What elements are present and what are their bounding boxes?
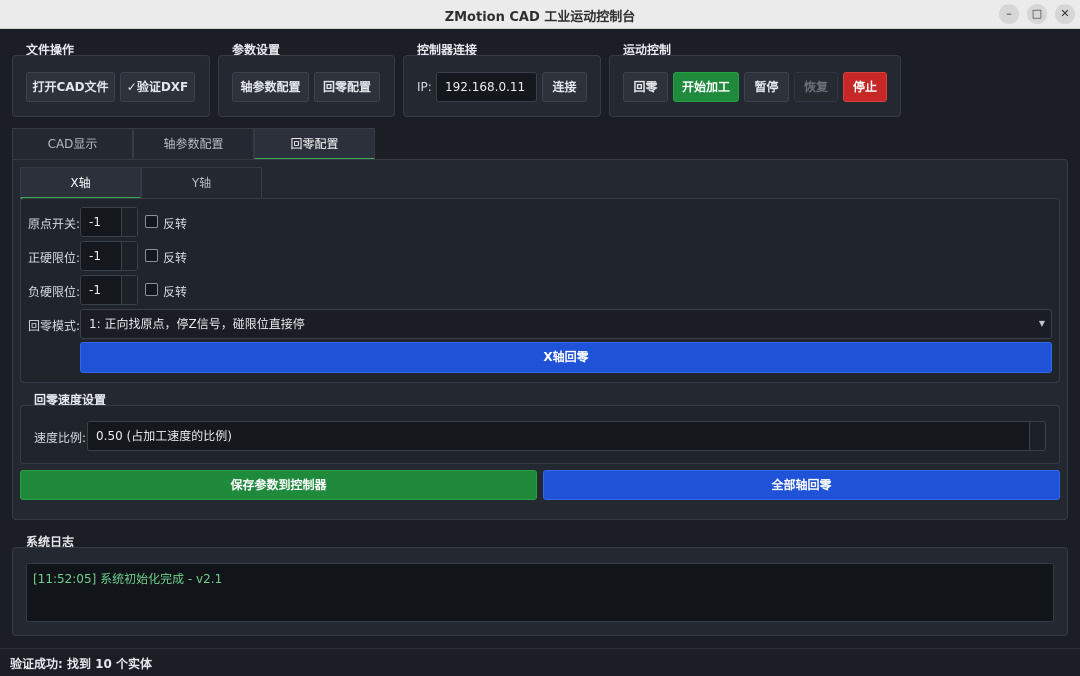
home-button[interactable]: 回零 bbox=[623, 72, 668, 102]
ip-label: IP: bbox=[417, 80, 432, 94]
chevron-down-icon[interactable]: ▼ bbox=[1039, 310, 1045, 338]
home-mode-select[interactable]: 1: 正向找原点，停Z信号，碰限位直接停 ▼ bbox=[80, 309, 1052, 339]
pos-limit-invert-checkbox[interactable] bbox=[145, 249, 158, 262]
speed-ratio-spinbox[interactable]: 0.50 (占加工速度的比例) bbox=[87, 421, 1046, 451]
status-text: 验证成功: 找到 10 个实体 bbox=[10, 657, 153, 671]
home-config-button[interactable]: 回零配置 bbox=[314, 72, 380, 102]
origin-switch-value: -1 bbox=[89, 215, 101, 229]
origin-switch-label: 原点开关: bbox=[28, 217, 81, 231]
tab-cad-display[interactable]: CAD显示 bbox=[12, 128, 133, 160]
tab-home-config[interactable]: 回零配置 bbox=[254, 128, 375, 160]
spin-arrows-icon[interactable] bbox=[121, 276, 137, 304]
origin-switch-spinbox[interactable]: -1 bbox=[80, 207, 138, 237]
neg-limit-spinbox[interactable]: -1 bbox=[80, 275, 138, 305]
origin-invert-label: 反转 bbox=[163, 217, 188, 231]
maximize-icon[interactable]: □ bbox=[1027, 4, 1047, 24]
home-all-axes-button[interactable]: 全部轴回零 bbox=[543, 470, 1060, 500]
spin-arrows-icon[interactable] bbox=[121, 208, 137, 236]
open-cad-button[interactable]: 打开CAD文件 bbox=[26, 72, 115, 102]
neg-limit-invert-checkbox[interactable] bbox=[145, 283, 158, 296]
pos-limit-spinbox[interactable]: -1 bbox=[80, 241, 138, 271]
window-title: ZMotion CAD 工业运动控制台 bbox=[444, 10, 636, 25]
axis-config-button[interactable]: 轴参数配置 bbox=[232, 72, 309, 102]
tab-x-axis[interactable]: X轴 bbox=[20, 167, 141, 199]
tab-axis-config[interactable]: 轴参数配置 bbox=[133, 128, 254, 160]
speed-ratio-label: 速度比例: bbox=[34, 431, 87, 445]
neg-limit-value: -1 bbox=[89, 283, 101, 297]
stop-button[interactable]: 停止 bbox=[843, 72, 887, 102]
start-button[interactable]: 开始加工 bbox=[673, 72, 739, 102]
title-bar: ZMotion CAD 工业运动控制台 – □ ✕ bbox=[0, 0, 1080, 29]
neg-limit-label: 负硬限位: bbox=[28, 285, 81, 299]
resume-button[interactable]: 恢复 bbox=[794, 72, 838, 102]
ip-input[interactable]: 192.168.0.11 bbox=[436, 72, 537, 102]
home-mode-value: 1: 正向找原点，停Z信号，碰限位直接停 bbox=[89, 317, 305, 331]
pos-limit-value: -1 bbox=[89, 249, 101, 263]
home-mode-label: 回零模式: bbox=[28, 319, 81, 333]
tab-y-axis[interactable]: Y轴 bbox=[141, 167, 262, 199]
status-bar: 验证成功: 找到 10 个实体 bbox=[0, 648, 1080, 676]
pos-limit-invert-label: 反转 bbox=[163, 251, 188, 265]
pos-limit-label: 正硬限位: bbox=[28, 251, 81, 265]
pause-button[interactable]: 暂停 bbox=[744, 72, 789, 102]
neg-limit-invert-label: 反转 bbox=[163, 285, 188, 299]
connect-button[interactable]: 连接 bbox=[542, 72, 587, 102]
spin-arrows-icon[interactable] bbox=[121, 242, 137, 270]
minimize-icon[interactable]: – bbox=[999, 4, 1019, 24]
verify-dxf-button[interactable]: ✓验证DXF bbox=[120, 72, 195, 102]
close-icon[interactable]: ✕ bbox=[1055, 4, 1075, 24]
origin-invert-checkbox[interactable] bbox=[145, 215, 158, 228]
speed-ratio-value: 0.50 (占加工速度的比例) bbox=[96, 429, 232, 443]
log-line: [11:52:05] 系统初始化完成 - v2.1 bbox=[33, 572, 223, 586]
save-params-button[interactable]: 保存参数到控制器 bbox=[20, 470, 537, 500]
x-axis-home-button[interactable]: X轴回零 bbox=[80, 342, 1052, 373]
log-view[interactable]: [11:52:05] 系统初始化完成 - v2.1 bbox=[26, 563, 1054, 622]
spin-arrows-icon[interactable] bbox=[1029, 422, 1045, 450]
